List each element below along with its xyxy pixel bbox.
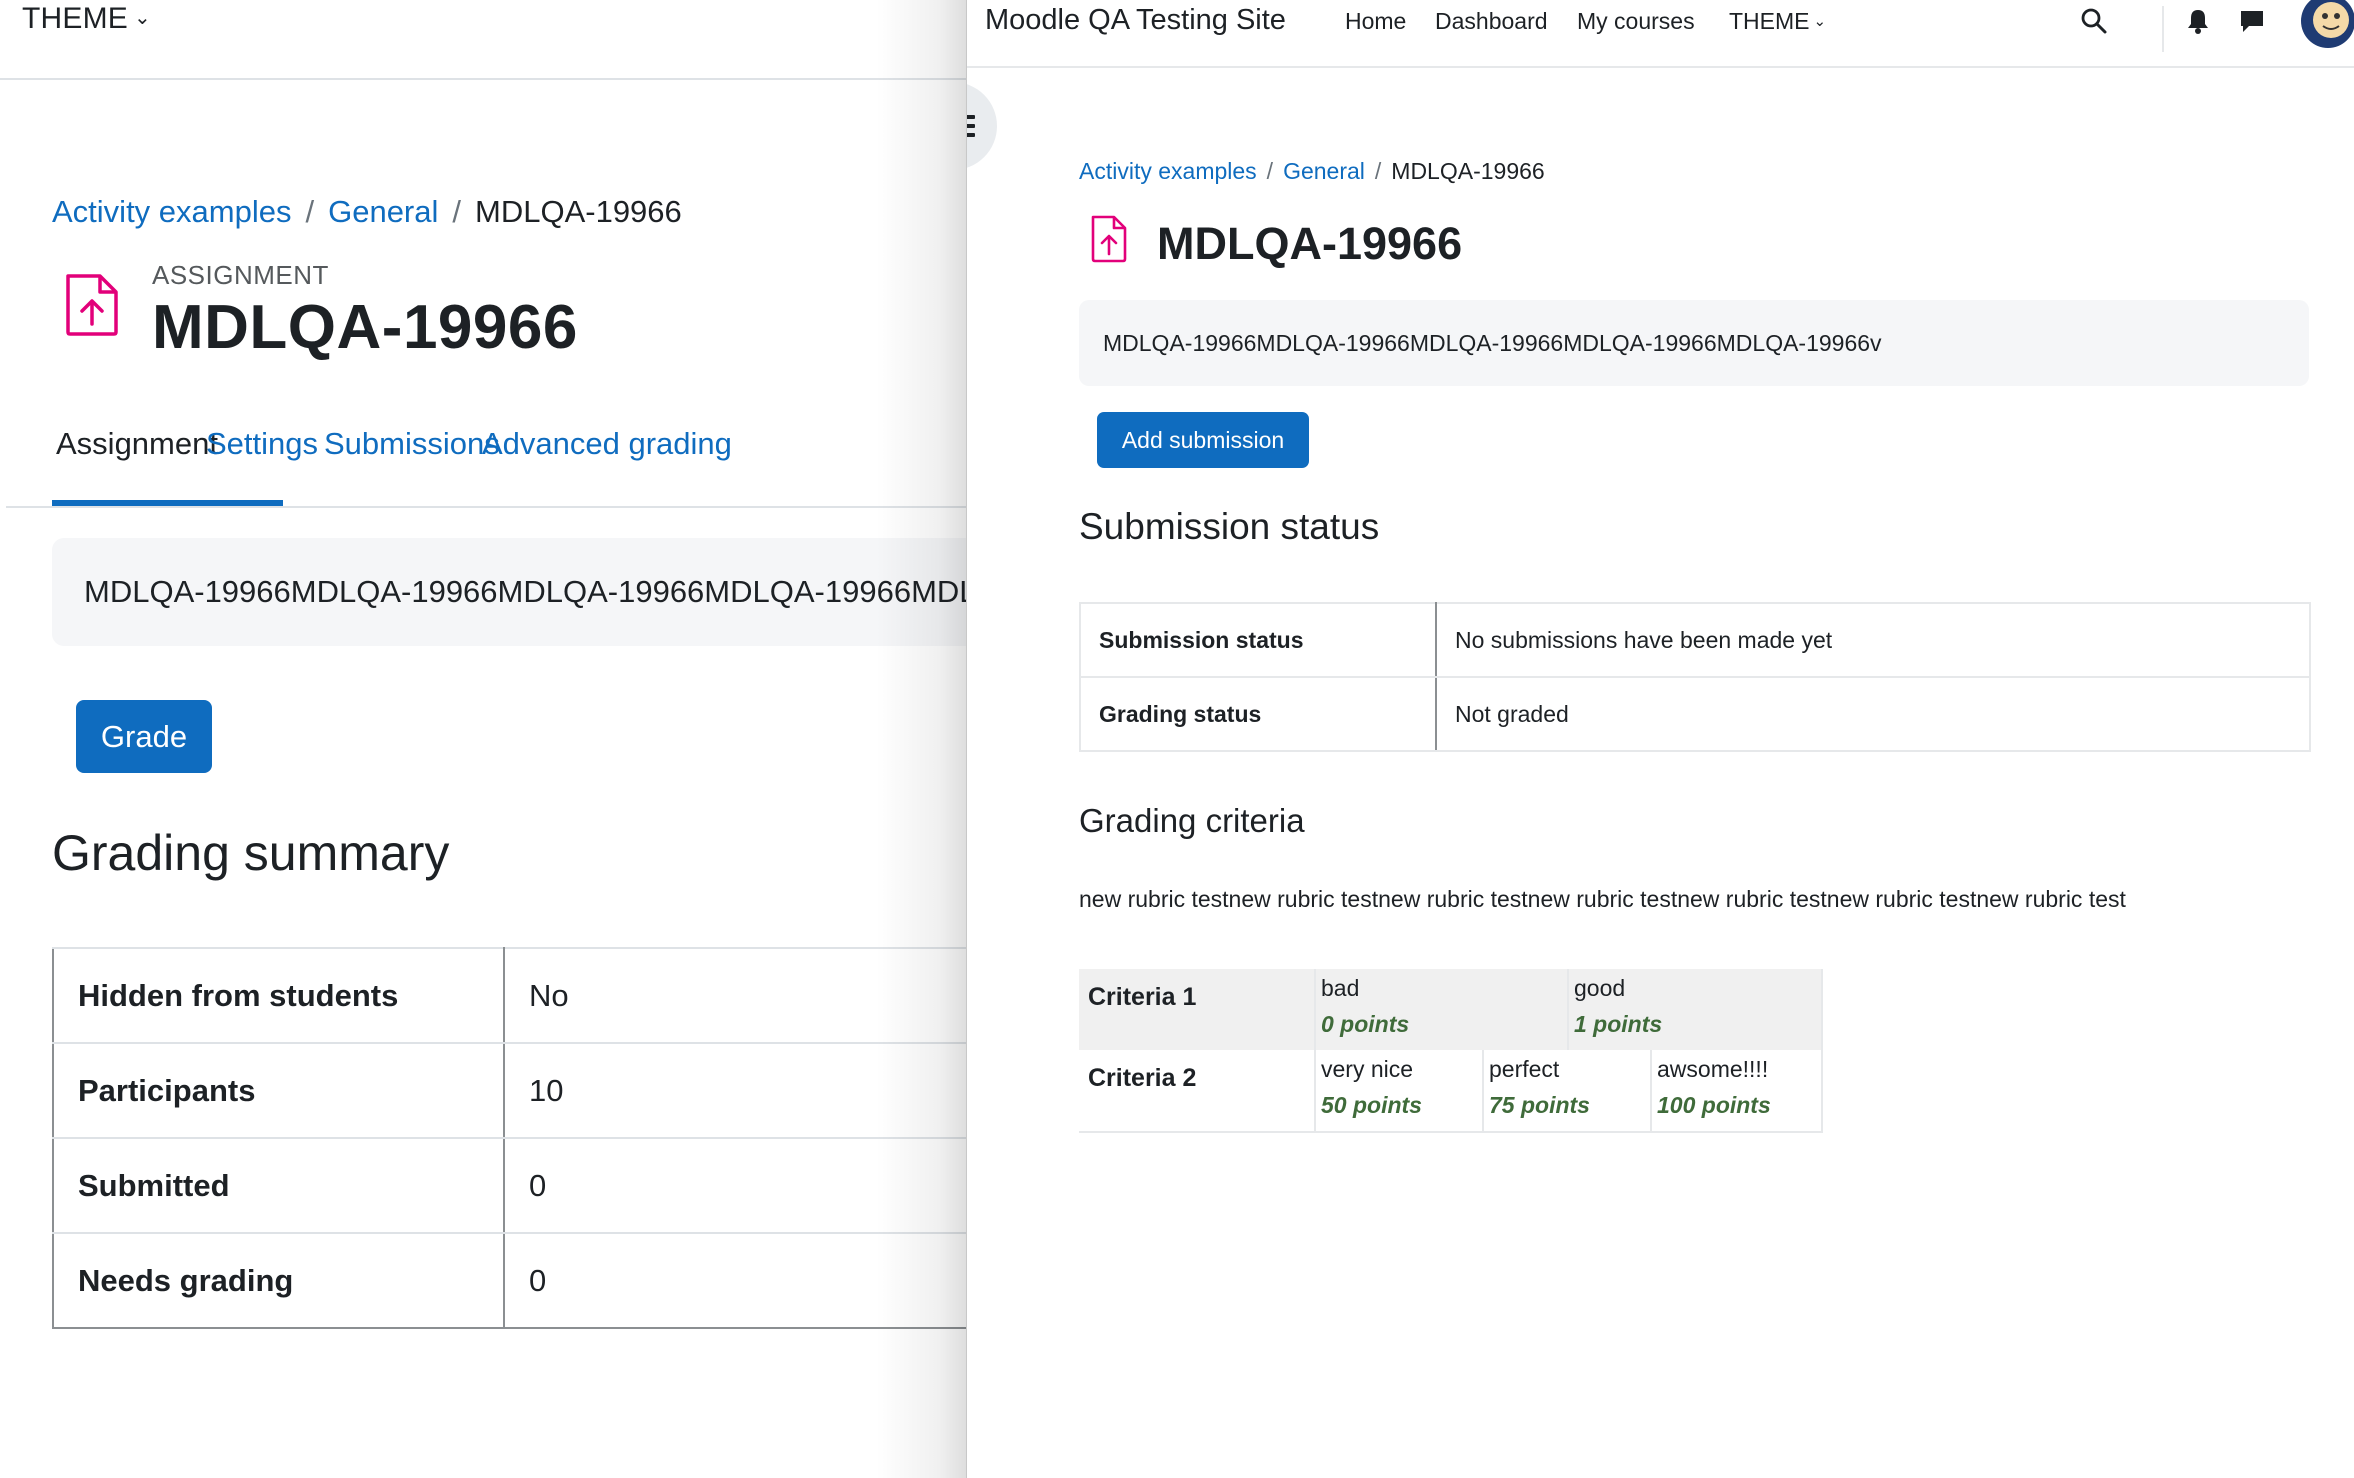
- summary-label: Hidden from students: [52, 947, 505, 1044]
- right-crumb-current: MDLQA-19966: [1391, 158, 1545, 184]
- level-definition: very nice: [1321, 1056, 1414, 1082]
- grading-criteria-heading: Grading criteria: [1079, 802, 1305, 839]
- left-secondary-tabs: Assignment Settings Submissions Advanced…: [6, 404, 966, 508]
- level-points: 50 points: [1321, 1092, 1422, 1118]
- left-crumb-activity-examples[interactable]: Activity examples: [52, 194, 291, 229]
- submission-status-table: Submission status No submissions have be…: [1079, 602, 2311, 752]
- grading-summary-table: Hidden from students No Participants 10 …: [52, 947, 966, 1329]
- rubric-level: good 1 points: [1567, 969, 1823, 1050]
- tab-assignment[interactable]: Assignment: [56, 426, 218, 462]
- chevron-down-icon: ⌄: [134, 7, 151, 29]
- left-theme-menu[interactable]: THEME ⌄: [22, 2, 151, 36]
- activity-kind-label: ASSIGNMENT: [152, 260, 329, 290]
- assignment-upload-icon: [66, 274, 118, 336]
- tab-settings[interactable]: Settings: [206, 426, 318, 462]
- crumb-separator: /: [452, 194, 462, 229]
- user-avatar[interactable]: [2301, 0, 2354, 48]
- left-top-bar: THEME ⌄: [0, 0, 966, 80]
- status-value: No submissions have been made yet: [1435, 602, 2311, 678]
- criterion-name: Criteria 1: [1088, 983, 1197, 1011]
- criterion-name: Criteria 2: [1088, 1064, 1197, 1092]
- status-label: Submission status: [1079, 602, 1437, 678]
- level-points: 75 points: [1489, 1092, 1590, 1118]
- rubric-level: very nice 50 points: [1314, 1050, 1484, 1131]
- crumb-separator: /: [1374, 158, 1382, 184]
- level-points: 100 points: [1657, 1092, 1771, 1118]
- right-intro-box: MDLQA-19966MDLQA-19966MDLQA-19966MDLQA-1…: [1079, 300, 2309, 386]
- list-icon: [967, 115, 975, 137]
- window-edge-shadow: [876, 0, 966, 1478]
- left-page-title: MDLQA-19966: [152, 293, 578, 362]
- rubric-description: new rubric testnew rubric testnew rubric…: [1079, 886, 2126, 912]
- add-submission-button[interactable]: Add submission: [1097, 412, 1309, 468]
- rubric-table: Criteria 1 bad 0 points good 1 points Cr…: [1079, 969, 1823, 1133]
- left-intro-box: MDLQA-19966MDLQA-19966MDLQA-19966MDLQA-1…: [52, 538, 966, 646]
- right-crumb-general[interactable]: General: [1283, 158, 1365, 184]
- nav-theme-label: THEME: [1729, 8, 1810, 34]
- primary-navbar: Moodle QA Testing Site Home Dashboard My…: [967, 0, 2354, 68]
- avatar-face-icon: [2313, 2, 2349, 38]
- table-row: Hidden from students No: [52, 947, 966, 1044]
- level-definition: good: [1574, 975, 1626, 1001]
- bell-icon[interactable]: [2183, 6, 2213, 36]
- rubric-level: perfect 75 points: [1482, 1050, 1652, 1131]
- left-intro-text: MDLQA-19966MDLQA-19966MDLQA-19966MDLQA-1…: [84, 574, 966, 609]
- level-points: 1 points: [1574, 1011, 1663, 1037]
- table-row: Submitted 0: [52, 1137, 966, 1234]
- search-icon[interactable]: [2079, 6, 2109, 36]
- rubric-level: bad 0 points: [1314, 969, 1569, 1050]
- level-definition: bad: [1321, 975, 1360, 1001]
- student-window: Moodle QA Testing Site Home Dashboard My…: [966, 0, 2354, 1478]
- teacher-window: THEME ⌄ Activity examples / General / MDLQA-1…: [0, 0, 966, 1478]
- status-label: Grading status: [1079, 676, 1437, 752]
- summary-label: Participants: [52, 1042, 505, 1139]
- table-row: Participants 10: [52, 1042, 966, 1139]
- nav-my-courses[interactable]: My courses: [1577, 8, 1695, 35]
- grading-summary-heading: Grading summary: [52, 825, 450, 881]
- site-name[interactable]: Moodle QA Testing Site: [985, 4, 1286, 37]
- right-breadcrumb: Activity examples / General / MDLQA-19966: [1079, 158, 1545, 185]
- level-points: 0 points: [1321, 1011, 1410, 1037]
- right-intro-text: MDLQA-19966MDLQA-19966MDLQA-19966MDLQA-1…: [1103, 330, 1882, 356]
- left-crumb-current: MDLQA-19966: [475, 194, 682, 229]
- summary-label: Needs grading: [52, 1232, 505, 1329]
- chevron-down-icon: ⌄: [1813, 13, 1827, 30]
- table-row: Needs grading 0: [52, 1232, 966, 1329]
- navbar-divider: [2162, 6, 2164, 52]
- active-tab-indicator: [52, 500, 283, 506]
- course-index-toggle[interactable]: [967, 82, 997, 170]
- chat-icon[interactable]: [2237, 6, 2267, 36]
- nav-home[interactable]: Home: [1345, 8, 1406, 35]
- table-row: Submission status No submissions have be…: [1079, 602, 2311, 678]
- left-crumb-general[interactable]: General: [328, 194, 438, 229]
- status-value: Not graded: [1435, 676, 2311, 752]
- nav-dashboard[interactable]: Dashboard: [1435, 8, 1548, 35]
- tab-advanced-grading[interactable]: Advanced grading: [482, 426, 732, 462]
- level-definition: awsome!!!!: [1657, 1056, 1769, 1082]
- crumb-separator: /: [1266, 158, 1274, 184]
- nav-theme-menu[interactable]: THEME ⌄: [1729, 8, 1826, 35]
- right-crumb-activity-examples[interactable]: Activity examples: [1079, 158, 1257, 184]
- left-breadcrumb: Activity examples / General / MDLQA-19966: [52, 194, 682, 230]
- tab-submissions[interactable]: Submissions: [324, 426, 500, 462]
- assignment-upload-icon: [1091, 215, 1127, 263]
- table-row: Grading status Not graded: [1079, 676, 2311, 752]
- grade-button[interactable]: Grade: [76, 700, 212, 773]
- rubric-level: awsome!!!! 100 points: [1650, 1050, 1823, 1131]
- summary-label: Submitted: [52, 1137, 505, 1234]
- rubric-criterion-row: Criteria 1 bad 0 points good 1 points: [1079, 969, 1821, 1050]
- submission-status-heading: Submission status: [1079, 506, 1380, 547]
- level-definition: perfect: [1489, 1056, 1560, 1082]
- right-page-title: MDLQA-19966: [1157, 218, 1463, 269]
- left-theme-label: THEME: [22, 2, 128, 35]
- rubric-criterion-row: Criteria 2 very nice 50 points perfect 7…: [1079, 1050, 1821, 1131]
- crumb-separator: /: [305, 194, 315, 229]
